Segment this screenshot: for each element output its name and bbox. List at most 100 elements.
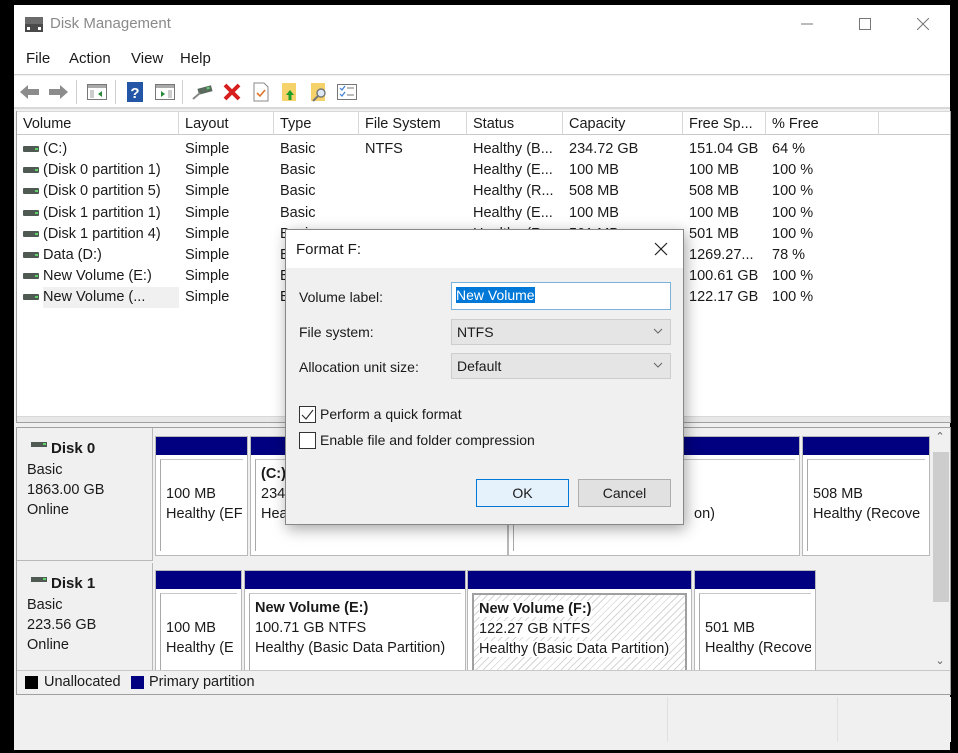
quick-format-label[interactable]: Perform a quick format — [320, 406, 462, 422]
cell-type: Basic — [280, 204, 316, 221]
delete-icon — [223, 83, 241, 101]
ok-button[interactable]: OK — [476, 479, 569, 507]
status-cell — [16, 697, 668, 742]
cell-type: Basic — [280, 141, 316, 157]
help-button[interactable]: ? — [124, 81, 146, 103]
chevron-down-icon — [653, 328, 663, 334]
disk-0-name: Disk 0 — [51, 440, 96, 457]
cell-volume: (Disk 0 partition 1) — [43, 162, 161, 179]
column-layout[interactable]: Layout — [179, 112, 274, 135]
partition-bar — [468, 571, 691, 589]
menu-file[interactable]: File — [26, 50, 50, 67]
cell-free: 501 MB — [689, 225, 739, 242]
vertical-scrollbar[interactable]: ⌃ ⌄ — [930, 428, 950, 670]
allocation-unit-size-select[interactable]: Default — [451, 353, 671, 379]
cell-capacity: 100 MB — [569, 204, 619, 221]
partition-size: 100 MB — [166, 620, 216, 636]
minimize-button[interactable] — [778, 5, 836, 43]
cell-layout: Simple — [185, 183, 230, 200]
cell-layout: Simple — [185, 225, 230, 242]
file-system-select[interactable]: NTFS — [451, 319, 671, 345]
column-file-system[interactable]: File System — [359, 112, 467, 135]
forward-button[interactable] — [47, 81, 69, 103]
column-status[interactable]: Status — [467, 112, 563, 135]
scroll-down-icon[interactable]: ⌄ — [930, 652, 950, 670]
scrollbar-thumb[interactable] — [933, 452, 949, 602]
partition-bar — [156, 437, 247, 455]
table-row[interactable]: (Disk 0 partition 1) Simple Basic Healthy (… — [17, 160, 950, 181]
delete-button[interactable] — [221, 81, 243, 103]
properties-button[interactable] — [250, 81, 272, 103]
scroll-up-icon[interactable]: ⌃ — [930, 428, 950, 446]
forward-icon — [49, 85, 68, 99]
disk-0-partition-5[interactable]: 508 MB Healthy (Recove — [802, 436, 930, 556]
cancel-button[interactable]: Cancel — [578, 479, 671, 507]
column-capacity[interactable]: Capacity — [563, 112, 683, 135]
checkmark-icon — [301, 409, 314, 420]
partition-bar — [245, 571, 465, 589]
legend-primary-partition: Primary partition — [149, 674, 255, 690]
list-header: Volume Layout Type File System Status Ca… — [17, 111, 950, 135]
partition-size: 122.27 GB NTFS — [479, 621, 591, 637]
menu-action[interactable]: Action — [69, 50, 111, 67]
volume-label-input[interactable]: New Volume — [451, 282, 671, 310]
partition-size: 501 MB — [705, 620, 755, 636]
cell-layout: Simple — [185, 247, 230, 263]
connect-virtual-disk-icon — [192, 85, 213, 100]
menu-view[interactable]: View — [131, 50, 163, 67]
disk-1-size: 223.56 GB — [27, 617, 97, 633]
disk-icon — [31, 442, 47, 447]
column-volume[interactable]: Volume — [17, 112, 179, 135]
column-free-space[interactable]: Free Sp... — [683, 112, 766, 135]
dialog-close-button[interactable] — [651, 239, 671, 259]
show-hide-action-pane-button[interactable] — [154, 81, 176, 103]
search-folder-icon — [311, 83, 326, 102]
back-button[interactable] — [19, 81, 41, 103]
partition-status: Healthy (Basic Data Partition) — [255, 640, 446, 656]
cell-capacity: 234.72 GB — [569, 141, 639, 157]
table-row[interactable]: (C:) Simple Basic NTFS Healthy (B... 234.72 G… — [17, 139, 950, 160]
partition-bar — [695, 571, 815, 589]
maximize-button[interactable] — [836, 5, 894, 43]
quick-format-checkbox[interactable] — [299, 406, 316, 423]
help-icon: ? — [127, 82, 143, 102]
disk-0-info[interactable]: Disk 0 Basic 1863.00 GB Online — [17, 428, 153, 561]
column-type[interactable]: Type — [274, 112, 359, 135]
cell-fs — [365, 203, 465, 224]
cell-capacity: 508 MB — [569, 183, 619, 200]
back-icon — [20, 85, 39, 99]
close-button[interactable] — [894, 5, 952, 43]
cell-pct: 100 % — [772, 289, 814, 306]
cell-layout: Simple — [185, 162, 230, 179]
export-folder-icon — [282, 83, 296, 101]
cell-fs — [365, 160, 465, 181]
cell-layout: Simple — [185, 268, 230, 285]
disk-0-partition-1[interactable]: 100 MB Healthy (EF — [155, 436, 248, 556]
status-bar — [16, 697, 951, 742]
table-row[interactable]: (Disk 1 partition 1) Simple Basic Healthy (… — [17, 203, 950, 224]
cell-free: 1269.27... — [689, 247, 754, 263]
disk-0-state: Online — [27, 502, 69, 518]
allocation-unit-size-value: Default — [457, 358, 502, 374]
compression-label[interactable]: Enable file and folder compression — [320, 432, 535, 448]
search-button[interactable] — [308, 81, 330, 103]
menu-help[interactable]: Help — [180, 50, 211, 67]
compression-checkbox[interactable] — [299, 432, 316, 449]
table-row[interactable]: (Disk 0 partition 5) Simple Basic Healthy (… — [17, 181, 950, 202]
cell-volume: New Volume (... — [43, 287, 179, 309]
file-system-label: File system: — [299, 324, 374, 340]
toolbar-separator — [182, 80, 183, 104]
cell-status: Healthy (E... — [473, 162, 553, 179]
toolbar-separator — [115, 80, 116, 104]
checklist-button[interactable] — [336, 81, 358, 103]
legend-unallocated: Unallocated — [44, 674, 121, 690]
partition-name: New Volume (F:) — [479, 601, 592, 617]
connect-virtual-disk-button[interactable] — [192, 81, 214, 103]
show-hide-console-tree-button[interactable] — [86, 81, 108, 103]
cell-pct: 100 % — [772, 225, 814, 242]
status-cell — [668, 697, 838, 742]
export-button[interactable] — [279, 81, 301, 103]
column-percent-free[interactable]: % Free — [766, 112, 879, 135]
volume-icon — [23, 209, 39, 216]
disk-0-size: 1863.00 GB — [27, 482, 105, 498]
